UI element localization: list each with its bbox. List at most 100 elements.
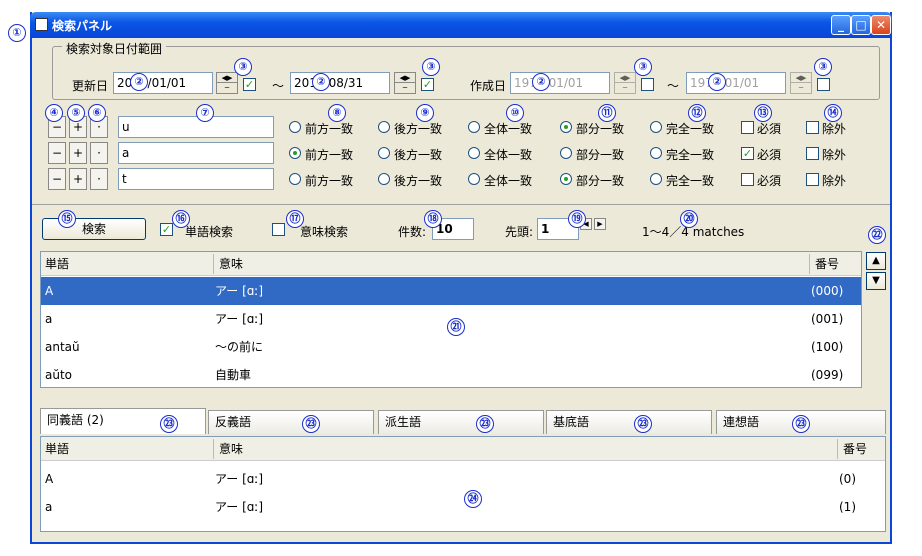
callout-marker-14: ⑭ [824, 104, 842, 122]
row3-match-radio-3[interactable] [468, 173, 480, 185]
col-meaning[interactable]: 意味 [215, 252, 243, 276]
row3-dot-button[interactable]: · [90, 168, 108, 190]
scroll-up-button[interactable]: ▲ [866, 252, 886, 270]
cell-meaning: 自動車 [215, 368, 252, 382]
cell-word: aŭto [45, 368, 73, 382]
row1-required-checkbox[interactable] [741, 121, 754, 134]
callout-marker-3: ③ [234, 58, 252, 76]
cell-meaning: アー [ɑː] [215, 284, 264, 298]
created-from-spinner[interactable]: ◀▶ ─ [614, 72, 636, 94]
row1-match-radio-5[interactable] [650, 121, 662, 133]
row3-match-radio-5[interactable] [650, 173, 662, 185]
created-to-field[interactable]: 1970/01/01 [686, 72, 786, 94]
row1-match-label-4: 部分一致 [576, 122, 625, 136]
start-next-button[interactable]: ▶ [594, 218, 606, 230]
app-icon [35, 18, 48, 31]
related-col-meaning[interactable]: 意味 [215, 437, 243, 461]
row1-match-label-5: 完全一致 [666, 122, 715, 136]
minimize-button[interactable]: _ [831, 15, 851, 35]
row1-match-radio-4[interactable] [560, 121, 572, 133]
related-row[interactable]: a アー [ɑː] (1) [41, 493, 885, 521]
created-to-spinner[interactable]: ◀▶ ─ [790, 72, 812, 94]
word-search-checkbox[interactable]: ✓ [160, 223, 173, 236]
row2-dot-button[interactable]: · [90, 142, 108, 164]
created-from-field[interactable]: 1970/01/01 [510, 72, 610, 94]
row2-keyword-field[interactable]: a [118, 142, 274, 164]
callout-marker-24: ㉔ [464, 490, 482, 508]
title-bar[interactable]: 検索パネル _ □ ✕ [30, 12, 892, 38]
meaning-search-label: 意味検索 [300, 225, 349, 239]
row1-exclude-checkbox[interactable] [806, 121, 819, 134]
row1-match-radio-3[interactable] [468, 121, 480, 133]
callout-marker-23: ㉓ [792, 415, 810, 433]
row2-match-radio-2[interactable] [378, 147, 390, 159]
updated-from-field[interactable]: 2012/01/01 [113, 72, 213, 94]
table-row[interactable]: antaŭ ～の前に (100) [41, 333, 861, 361]
updated-to-spinner[interactable]: ◀▶ ─ [394, 72, 416, 94]
row2-plus-button[interactable]: + [69, 142, 87, 164]
row1-keyword-field[interactable]: u [118, 116, 274, 138]
updated-range-tilde: ～ [272, 79, 285, 93]
updated-to-field[interactable]: 2012/08/31 [290, 72, 390, 94]
related-table: 単語 意味 番号 A アー [ɑː] (0) a アー [ɑː] (1) [40, 436, 886, 532]
created-to-checkbox[interactable] [817, 78, 830, 91]
row3-keyword-field[interactable]: t [118, 168, 274, 190]
callout-marker-23: ㉓ [476, 415, 494, 433]
row2-exclude-checkbox[interactable] [806, 147, 819, 160]
maximize-button[interactable]: □ [851, 15, 871, 35]
row3-match-label-5: 完全一致 [666, 174, 715, 188]
created-range-tilde: ～ [667, 79, 680, 93]
cell-number: (099) [811, 368, 844, 382]
row2-required-label: 必須 [757, 148, 782, 162]
count-label: 件数: [398, 225, 427, 239]
tab-2[interactable]: 反義語 [208, 410, 374, 434]
col-word[interactable]: 単語 [41, 252, 69, 276]
word-search-label: 単語検索 [185, 225, 234, 239]
row1-match-radio-2[interactable] [378, 121, 390, 133]
row1-match-radio-1[interactable] [289, 121, 301, 133]
row2-minus-button[interactable]: − [48, 142, 66, 164]
cell-word: antaŭ [45, 340, 80, 354]
row2-required-checkbox[interactable]: ✓ [741, 147, 754, 160]
row3-match-radio-1[interactable] [289, 173, 301, 185]
row3-match-label-4: 部分一致 [576, 174, 625, 188]
updated-from-checkbox[interactable]: ✓ [243, 78, 256, 91]
col-number[interactable]: 番号 [811, 252, 839, 276]
callout-marker-19: ⑲ [568, 210, 586, 228]
row3-minus-button[interactable]: − [48, 168, 66, 190]
table-row[interactable]: A アー [ɑː] (000) [41, 277, 861, 305]
updated-from-spinner[interactable]: ◀▶ ─ [216, 72, 238, 94]
row3-exclude-checkbox[interactable] [806, 173, 819, 186]
row3-plus-button[interactable]: + [69, 168, 87, 190]
callout-marker-23: ㉓ [634, 415, 652, 433]
tab-4[interactable]: 基底語 [546, 410, 712, 434]
callout-marker-2: ② [708, 73, 726, 91]
callout-marker-2: ② [130, 73, 148, 91]
updated-to-checkbox[interactable]: ✓ [421, 78, 434, 91]
close-button[interactable]: ✕ [871, 15, 891, 35]
created-date-label: 作成日 [470, 79, 507, 93]
row2-match-radio-1[interactable] [289, 147, 301, 159]
related-col-number[interactable]: 番号 [839, 437, 867, 461]
related-col-word[interactable]: 単語 [41, 437, 69, 461]
callout-marker-21: ㉑ [447, 318, 465, 336]
table-row[interactable]: aŭto 自動車 (099) [41, 361, 861, 389]
related-row[interactable]: A アー [ɑː] (0) [41, 465, 885, 493]
meaning-search-checkbox[interactable] [272, 223, 285, 236]
scroll-down-button[interactable]: ▼ [866, 272, 886, 290]
row2-match-radio-4[interactable] [560, 147, 572, 159]
date-range-legend: 検索対象日付範囲 [62, 40, 167, 57]
row3-match-radio-4[interactable] [560, 173, 572, 185]
row2-match-radio-5[interactable] [650, 147, 662, 159]
row3-match-radio-2[interactable] [378, 173, 390, 185]
created-from-checkbox[interactable] [641, 78, 654, 91]
cell-meaning: アー [ɑː] [215, 312, 264, 326]
row3-required-checkbox[interactable] [741, 173, 754, 186]
tab-3[interactable]: 派生語 [378, 410, 544, 434]
cell-word: a [45, 312, 53, 326]
cell-word: A [45, 284, 54, 298]
row2-match-radio-3[interactable] [468, 147, 480, 159]
callout-marker-2: ② [312, 73, 330, 91]
callout-marker-5: ⑤ [67, 104, 85, 122]
tab-1[interactable]: 同義語 (2) [40, 408, 206, 434]
